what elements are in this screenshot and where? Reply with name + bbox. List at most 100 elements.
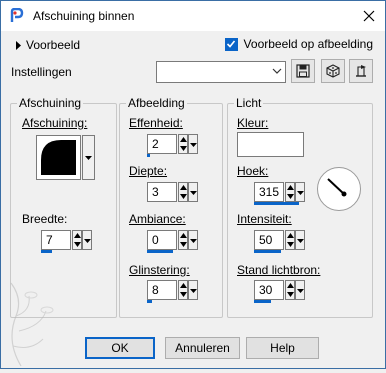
ok-button-label: OK xyxy=(111,341,129,355)
app-icon xyxy=(9,7,25,24)
ok-button[interactable]: OK xyxy=(85,337,155,359)
smoothness-updown[interactable] xyxy=(178,134,188,154)
ambience-slider-dropdown[interactable] xyxy=(188,230,198,250)
arrow-up-icon xyxy=(287,185,294,190)
width-slider-dropdown[interactable] xyxy=(82,230,92,250)
smoothness-spinner[interactable]: 2 xyxy=(147,134,198,157)
arrow-down-icon xyxy=(287,292,294,297)
depth-label: Diepte: xyxy=(129,164,168,178)
save-preset-button[interactable] xyxy=(291,59,315,83)
chevron-down-icon xyxy=(190,143,197,147)
cancel-button[interactable]: Annuleren xyxy=(165,337,240,359)
arrow-up-icon xyxy=(287,233,294,238)
light-group-title: Licht xyxy=(234,96,264,110)
bevel-shape-dropdown[interactable] xyxy=(82,135,95,180)
depth-slider-dropdown[interactable] xyxy=(188,182,198,202)
intensity-spinner[interactable]: 50 xyxy=(254,230,305,253)
save-icon xyxy=(296,64,310,78)
checkbox-checked[interactable] xyxy=(224,37,238,51)
angle-spinner[interactable]: 315 xyxy=(254,182,305,205)
arrow-up-icon xyxy=(180,283,187,288)
elevation-value-bar xyxy=(254,300,271,303)
preview-checkbox-label: Voorbeeld op afbeelding xyxy=(243,37,373,51)
help-button-label: Help xyxy=(270,341,295,355)
bevel-group-title: Afschuining xyxy=(17,96,84,110)
shininess-slider-dropdown[interactable] xyxy=(188,280,198,300)
arrow-up-icon xyxy=(180,185,187,190)
ambience-value-bar xyxy=(147,250,173,253)
preview-on-image-checkbox[interactable]: Voorbeeld op afbeelding xyxy=(224,37,373,51)
chevron-down-icon xyxy=(190,191,197,195)
reset-preset-button[interactable] xyxy=(349,59,373,83)
angle-dial[interactable] xyxy=(317,167,361,211)
chevron-down-icon xyxy=(297,289,304,293)
chevron-down-icon xyxy=(85,156,92,160)
shininess-spinner[interactable]: 8 xyxy=(147,280,198,303)
width-updown[interactable] xyxy=(72,230,82,250)
intensity-value-bar xyxy=(254,250,281,253)
light-color-swatch[interactable] xyxy=(237,132,304,157)
ambience-spinner[interactable]: 0 xyxy=(147,230,198,253)
intensity-slider-dropdown[interactable] xyxy=(295,230,305,250)
arrow-down-icon xyxy=(180,242,187,247)
elevation-slider-dropdown[interactable] xyxy=(295,280,305,300)
cancel-button-label: Annuleren xyxy=(175,341,230,355)
shininess-input[interactable]: 8 xyxy=(147,280,177,300)
window-title: Afschuining binnen xyxy=(33,9,135,23)
chevron-down-icon xyxy=(297,191,304,195)
chevron-down-icon xyxy=(272,68,282,74)
bevel-shape-icon xyxy=(41,140,76,175)
smoothness-value-bar xyxy=(147,154,150,157)
width-input[interactable]: 7 xyxy=(41,230,71,250)
settings-label: Instellingen xyxy=(11,65,72,79)
angle-label: Hoek: xyxy=(237,164,269,178)
angle-slider-dropdown[interactable] xyxy=(295,182,305,202)
smoothness-slider-dropdown[interactable] xyxy=(188,134,198,154)
arrow-down-icon xyxy=(287,242,294,247)
preview-toggle-label: Voorbeeld xyxy=(26,38,81,52)
watermark-logo xyxy=(1,271,81,370)
shininess-updown[interactable] xyxy=(178,280,188,300)
angle-input[interactable]: 315 xyxy=(254,182,284,202)
width-spinner[interactable]: 7 xyxy=(41,230,92,253)
intensity-label: Intensiteit: xyxy=(237,212,292,226)
smoothness-input[interactable]: 2 xyxy=(147,134,177,154)
ambience-updown[interactable] xyxy=(178,230,188,250)
width-value-bar xyxy=(41,250,52,253)
checkmark-icon xyxy=(226,40,236,48)
depth-spinner[interactable]: 3 xyxy=(147,182,198,202)
chevron-down-icon xyxy=(190,239,197,243)
ambience-label: Ambiance: xyxy=(129,212,186,226)
ambience-input[interactable]: 0 xyxy=(147,230,177,250)
intensity-input[interactable]: 50 xyxy=(254,230,284,250)
elevation-updown[interactable] xyxy=(285,280,295,300)
close-button[interactable] xyxy=(361,8,377,24)
arrow-up-icon xyxy=(74,233,81,238)
help-button[interactable]: Help xyxy=(246,337,319,359)
arrow-down-icon xyxy=(74,242,81,247)
arrow-up-icon xyxy=(287,283,294,288)
bevel-dialog: Afschuining binnen Voorbeeld Voorbeeld o… xyxy=(0,0,386,369)
title-bar[interactable]: Afschuining binnen xyxy=(1,1,385,31)
intensity-updown[interactable] xyxy=(285,230,295,250)
dice-icon xyxy=(326,64,340,78)
angle-value-bar xyxy=(254,202,299,205)
arrow-down-icon xyxy=(287,194,294,199)
arrow-down-icon xyxy=(180,292,187,297)
bevel-shape-preview[interactable] xyxy=(36,135,81,180)
depth-input[interactable]: 3 xyxy=(147,182,177,202)
elevation-input[interactable]: 30 xyxy=(254,280,284,300)
preview-toggle[interactable]: Voorbeeld xyxy=(15,38,80,52)
shininess-value-bar xyxy=(147,300,152,303)
image-group-title: Afbeelding xyxy=(126,96,187,110)
depth-updown[interactable] xyxy=(178,182,188,202)
elevation-label: Stand lichtbron: xyxy=(237,263,321,277)
angle-dial-needle-icon xyxy=(327,178,347,197)
random-preset-button[interactable] xyxy=(321,59,345,83)
elevation-spinner[interactable]: 30 xyxy=(254,280,305,303)
chevron-down-icon xyxy=(190,289,197,293)
angle-updown[interactable] xyxy=(285,182,295,202)
settings-preset-select[interactable] xyxy=(156,61,286,83)
arrow-down-icon xyxy=(180,146,187,151)
width-label: Breedte: xyxy=(22,212,68,226)
